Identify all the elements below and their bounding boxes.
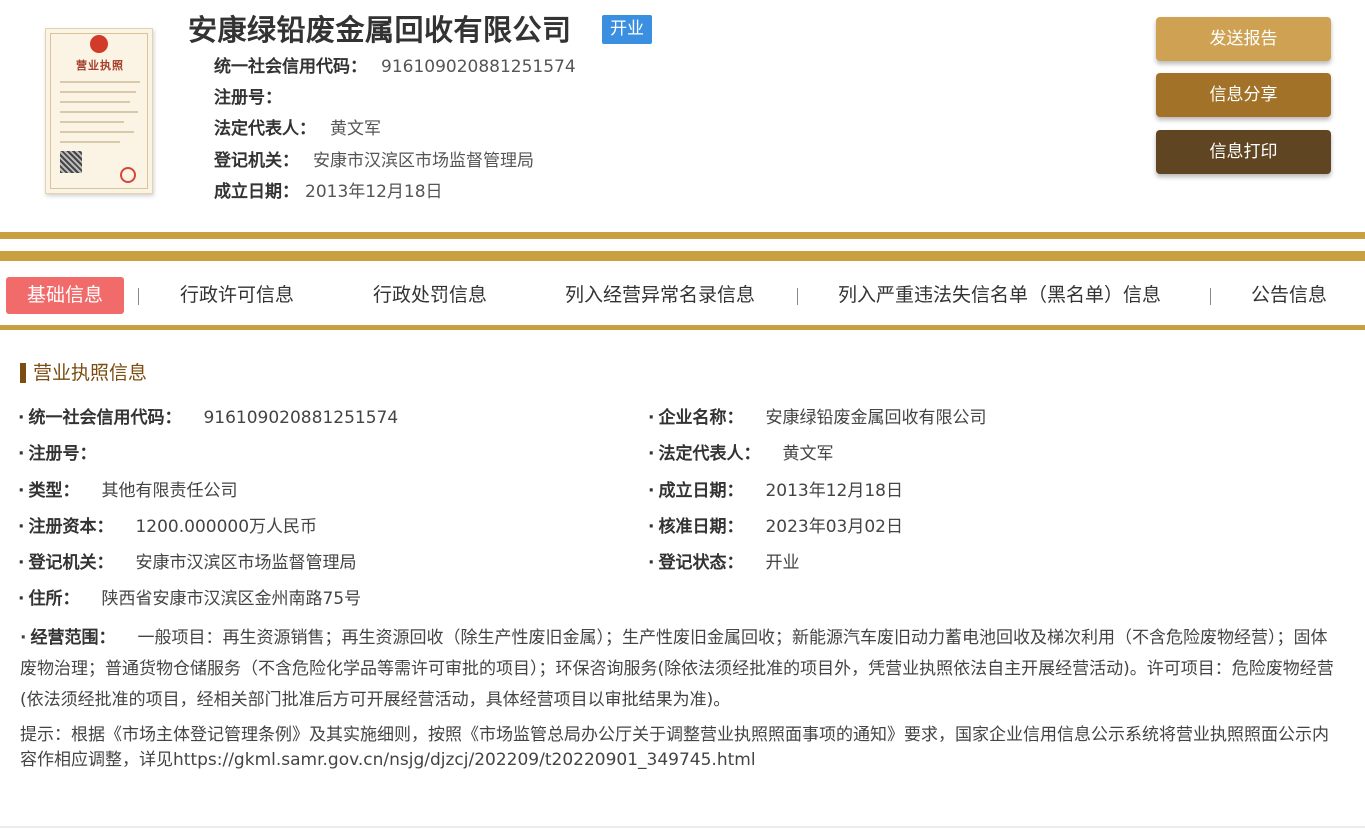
tab-separator [797, 288, 798, 305]
status-badge: 开业 [602, 15, 652, 44]
tab-abnormal-operation[interactable]: 列入经营异常名录信息 [565, 277, 755, 314]
tab-announcements[interactable]: 公告信息 [1251, 277, 1327, 314]
header-legal-rep-row: 法定代表人： 黄文军 [214, 117, 381, 141]
license-text-line [60, 81, 140, 83]
field-reg-no: · 注册号： [18, 442, 96, 466]
field-value: 安康市汉滨区市场监督管理局 [135, 553, 357, 573]
field-address: · 住所： 陕西省安康市汉滨区金州南路75号 [18, 587, 361, 611]
bullet: · [18, 444, 25, 464]
header-credit-code-value: 916109020881251574 [381, 57, 576, 77]
field-label: 注册资本： [28, 517, 114, 537]
bullet: · [648, 481, 655, 501]
bullet: · [648, 408, 655, 428]
field-value: 陕西省安康市汉滨区金州南路75号 [101, 589, 362, 609]
header-authority-row: 登记机关： 安康市汉滨区市场监督管理局 [214, 149, 534, 173]
field-founded: · 成立日期： 2013年12月18日 [648, 479, 903, 503]
field-label: 登记状态： [658, 553, 744, 573]
license-text-line [60, 141, 120, 143]
header-authority-label: 登记机关： [214, 151, 299, 171]
footer-divider [0, 826, 1365, 828]
gold-divider-tabs-top [0, 251, 1365, 261]
field-reg-status: · 登记状态： 开业 [648, 551, 799, 575]
tab-separator [138, 288, 139, 305]
field-legal-rep: · 法定代表人： 黄文军 [648, 442, 833, 466]
bullet: · [18, 481, 25, 501]
field-value: 2023年03月02日 [765, 517, 903, 537]
field-label: 核准日期： [658, 517, 744, 537]
field-value: 黄文军 [782, 444, 834, 464]
field-value: 916109020881251574 [203, 408, 399, 428]
print-info-button[interactable]: 信息打印 [1156, 130, 1331, 174]
bullet: · [20, 628, 27, 648]
header-founded-row: 成立日期： 2013年12月18日 [214, 180, 443, 204]
license-text-line [60, 91, 136, 93]
license-text-line [60, 101, 130, 103]
field-value: 其他有限责任公司 [101, 481, 238, 501]
gold-divider-top [0, 232, 1365, 239]
header-legal-rep-value: 黄文军 [330, 119, 381, 139]
business-scope-label: 经营范围： [30, 628, 116, 648]
bullet: · [648, 553, 655, 573]
header-founded-label: 成立日期： [214, 182, 299, 202]
field-value: 1200.000000万人民币 [135, 517, 318, 537]
field-capital: · 注册资本： 1200.000000万人民币 [18, 515, 317, 539]
gold-divider-tabs-bottom [0, 325, 1365, 330]
field-type: · 类型： 其他有限责任公司 [18, 479, 237, 503]
field-label: 登记机关： [28, 553, 114, 573]
header-authority-value: 安康市汉滨区市场监督管理局 [313, 151, 534, 171]
bullet: · [18, 408, 25, 428]
header-reg-no-row: 注册号： [214, 86, 282, 110]
header-legal-rep-label: 法定代表人： [214, 119, 316, 139]
field-approved: · 核准日期： 2023年03月02日 [648, 515, 903, 539]
business-license-image: 营业执照 [45, 28, 153, 194]
license-text-line [60, 131, 134, 133]
adjustment-notice: 提示：根据《市场主体登记管理条例》及其实施细则，按照《市场监管总局办公厅关于调整… [20, 725, 1329, 770]
field-value: 开业 [765, 553, 800, 573]
info-tabs: 基础信息 行政许可信息 行政处罚信息 列入经营异常名录信息 列入严重违法失信名单… [0, 261, 1365, 325]
business-scope: · 经营范围： 一般项目：再生资源销售；再生资源回收（除生产性废旧金属）；生产性废旧… [20, 623, 1338, 716]
field-credit-code: · 统一社会信用代码： 916109020881251574 [18, 406, 398, 430]
bullet: · [648, 517, 655, 537]
field-value: 安康绿铅废金属回收有限公司 [765, 408, 987, 428]
license-title: 营业执照 [76, 59, 124, 72]
field-label: 住所： [28, 589, 80, 609]
field-value: 2013年12月18日 [765, 481, 903, 501]
field-label: 法定代表人： [658, 444, 761, 464]
field-label: 统一社会信用代码： [28, 408, 182, 428]
header-reg-no-label: 注册号： [214, 88, 282, 108]
bullet: · [18, 589, 25, 609]
tab-basic-info[interactable]: 基础信息 [6, 277, 125, 314]
bullet: · [18, 517, 25, 537]
company-header: 营业执照 安康绿铅废金属回收有限公司 开业 统一社会信用代码： 916109020… [0, 0, 1365, 232]
header-credit-code-row: 统一社会信用代码： 916109020881251574 [214, 55, 576, 79]
send-report-button[interactable]: 发送报告 [1156, 17, 1331, 61]
field-label: 成立日期： [658, 481, 744, 501]
bullet: · [648, 444, 655, 464]
tab-admin-license[interactable]: 行政许可信息 [180, 277, 294, 314]
qr-code-icon [60, 151, 82, 173]
official-seal-icon [120, 167, 136, 183]
field-company-name: · 企业名称： 安康绿铅废金属回收有限公司 [648, 406, 986, 430]
field-authority: · 登记机关： 安康市汉滨区市场监督管理局 [18, 551, 356, 575]
field-label: 注册号： [28, 444, 97, 464]
license-text-line [60, 121, 124, 123]
section-marker [20, 363, 26, 383]
tab-blacklist[interactable]: 列入严重违法失信名单（黑名单）信息 [838, 277, 1161, 314]
share-info-button[interactable]: 信息分享 [1156, 73, 1331, 117]
header-credit-code-label: 统一社会信用代码： [214, 57, 367, 77]
company-name: 安康绿铅废金属回收有限公司 [188, 13, 572, 47]
bullet: · [18, 553, 25, 573]
section-title: 营业执照信息 [33, 362, 148, 384]
tab-admin-penalty[interactable]: 行政处罚信息 [373, 277, 487, 314]
field-label: 企业名称： [658, 408, 744, 428]
national-emblem-icon [90, 35, 108, 53]
business-scope-value: 一般项目：再生资源销售；再生资源回收（除生产性废旧金属）；生产性废旧金属回收；新… [20, 628, 1334, 710]
tab-separator [1210, 288, 1211, 305]
field-label: 类型： [28, 481, 80, 501]
license-text-line [60, 111, 138, 113]
header-founded-value: 2013年12月18日 [305, 182, 443, 202]
